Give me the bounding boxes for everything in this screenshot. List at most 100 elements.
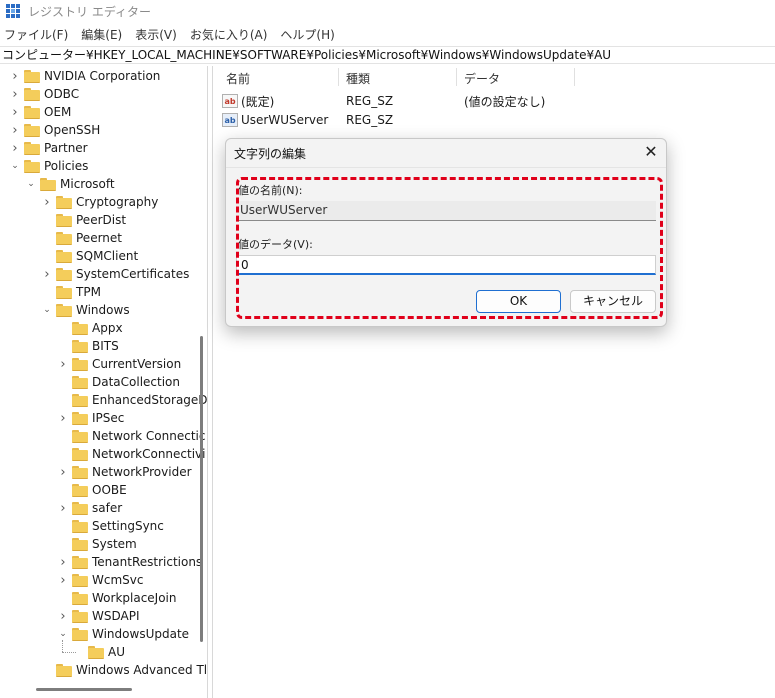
chevron-right-icon[interactable]: › [10, 103, 20, 121]
folder-icon [56, 286, 72, 299]
column-header-name[interactable]: 名前 [226, 70, 250, 86]
chevron-right-icon[interactable]: › [10, 67, 20, 85]
close-icon[interactable]: ✕ [642, 143, 660, 161]
column-header-type[interactable]: 種類 [346, 70, 370, 86]
folder-icon [56, 232, 72, 245]
tree-item[interactable]: OOBE [58, 481, 127, 499]
tree-item[interactable]: › TenantRestrictions [58, 553, 202, 571]
column-divider[interactable] [456, 68, 457, 86]
tree-item-label: OOBE [92, 483, 127, 497]
registry-editor-icon [6, 4, 20, 18]
value-row[interactable]: ab (既定) [222, 92, 274, 110]
tree-item[interactable]: SettingSync [58, 517, 164, 535]
tree-item[interactable]: › OpenSSH [10, 121, 100, 139]
chevron-right-icon[interactable]: › [58, 463, 68, 481]
chevron-right-icon[interactable]: › [58, 607, 68, 625]
folder-icon [72, 466, 88, 479]
folder-icon [72, 430, 88, 443]
value-name: (既定) [241, 94, 275, 109]
string-value-icon: ab [222, 94, 238, 108]
tree-item[interactable]: › ODBC [10, 85, 79, 103]
chevron-right-icon[interactable]: › [42, 193, 52, 211]
tree-item[interactable]: TPM [42, 283, 101, 301]
tree-item[interactable]: BITS [58, 337, 119, 355]
tree-item[interactable]: › safer [58, 499, 122, 517]
chevron-right-icon[interactable]: › [58, 499, 68, 517]
tree-item-label: NVIDIA Corporation [44, 69, 161, 83]
column-header-data[interactable]: データ [464, 70, 500, 86]
tree-item-label: IPSec [92, 411, 125, 425]
tree-item[interactable]: › Partner [10, 139, 88, 157]
tree-item[interactable]: AU [74, 643, 125, 661]
tree-item[interactable]: WorkplaceJoin [58, 589, 177, 607]
tree-item[interactable]: › Cryptography [42, 193, 158, 211]
tree-item[interactable]: PeerDist [42, 211, 126, 229]
tree-connector [62, 640, 63, 652]
folder-icon [24, 124, 40, 137]
tree-item[interactable]: System [58, 535, 137, 553]
tree-item[interactable]: Network Connectic [58, 427, 205, 445]
menu-file[interactable]: ファイル(F) [4, 26, 75, 43]
tree-item[interactable]: › CurrentVersion [58, 355, 181, 373]
tree-item[interactable]: ⌄ Policies [10, 157, 88, 175]
chevron-right-icon[interactable]: › [58, 553, 68, 571]
tree-item-label: WSDAPI [92, 609, 140, 623]
chevron-right-icon[interactable]: › [10, 139, 20, 157]
tree-item[interactable]: Appx [58, 319, 123, 337]
tree-item[interactable]: › NetworkProvider [58, 463, 191, 481]
tree-item[interactable]: › NVIDIA Corporation [10, 67, 160, 85]
chevron-right-icon[interactable]: › [10, 85, 20, 103]
column-divider[interactable] [338, 68, 339, 86]
chevron-down-icon[interactable]: ⌄ [26, 175, 36, 193]
tree-item-label: Partner [44, 141, 88, 155]
cancel-button[interactable]: キャンセル [570, 290, 656, 313]
tree-item[interactable]: › WcmSvc [58, 571, 143, 589]
tree-item[interactable]: DataCollection [58, 373, 180, 391]
value-row[interactable]: ab UserWUServer [222, 111, 328, 129]
chevron-down-icon[interactable]: ⌄ [58, 625, 68, 643]
tree-item[interactable]: › SystemCertificates [42, 265, 189, 283]
folder-icon [72, 358, 88, 371]
column-divider[interactable] [574, 68, 575, 86]
tree-item[interactable]: ⌄ WindowsUpdate [58, 625, 189, 643]
tree-item[interactable]: SQMClient [42, 247, 138, 265]
chevron-right-icon[interactable]: › [58, 355, 68, 373]
chevron-right-icon[interactable]: › [10, 121, 20, 139]
chevron-right-icon[interactable]: › [58, 571, 68, 589]
tree-item-label: OpenSSH [44, 123, 101, 137]
folder-icon [56, 196, 72, 209]
menu-help[interactable]: ヘルプ(H) [280, 26, 341, 43]
chevron-right-icon[interactable]: › [42, 265, 52, 283]
value-type: REG_SZ [346, 113, 394, 127]
tree-item[interactable]: Peernet [42, 229, 122, 247]
tree-item[interactable]: NetworkConnectivi [58, 445, 206, 463]
tree-vertical-scrollbar[interactable] [200, 336, 203, 642]
tree-item[interactable]: Windows Advanced Tl [42, 661, 207, 679]
tree-horizontal-scrollbar[interactable] [36, 688, 132, 691]
tree-item-label: CurrentVersion [92, 357, 182, 371]
tree-item[interactable]: › WSDAPI [58, 607, 140, 625]
chevron-right-icon[interactable]: › [58, 409, 68, 427]
tree-item-label: safer [92, 501, 123, 515]
value-data-input[interactable]: 0 [236, 255, 656, 275]
tree-item[interactable]: › IPSec [58, 409, 124, 427]
menu-edit[interactable]: 編集(E) [81, 26, 129, 43]
tree-item[interactable]: EnhancedStorageD [58, 391, 207, 409]
address-bar[interactable]: コンピューター¥HKEY_LOCAL_MACHINE¥SOFTWARE¥Poli… [0, 46, 775, 64]
dialog-title: 文字列の編集 [234, 147, 307, 161]
menu-view[interactable]: 表示(V) [135, 26, 184, 43]
chevron-down-icon[interactable]: ⌄ [10, 157, 20, 175]
tree-item[interactable]: ⌄ Microsoft [26, 175, 115, 193]
ok-button[interactable]: OK [476, 290, 561, 313]
menu-favorites[interactable]: お気に入り(A) [190, 26, 275, 43]
value-name: UserWUServer [241, 113, 329, 127]
tree-item[interactable]: › OEM [10, 103, 71, 121]
tree-item[interactable]: ⌄ Windows [42, 301, 130, 319]
tree-item-label: Appx [92, 321, 123, 335]
pane-splitter[interactable] [212, 66, 217, 698]
chevron-down-icon[interactable]: ⌄ [42, 301, 52, 319]
tree-item-label: Policies [44, 159, 89, 173]
folder-icon [72, 484, 88, 497]
tree-item-label: SQMClient [76, 249, 139, 263]
tree-item-label: NetworkConnectivi [92, 447, 206, 461]
